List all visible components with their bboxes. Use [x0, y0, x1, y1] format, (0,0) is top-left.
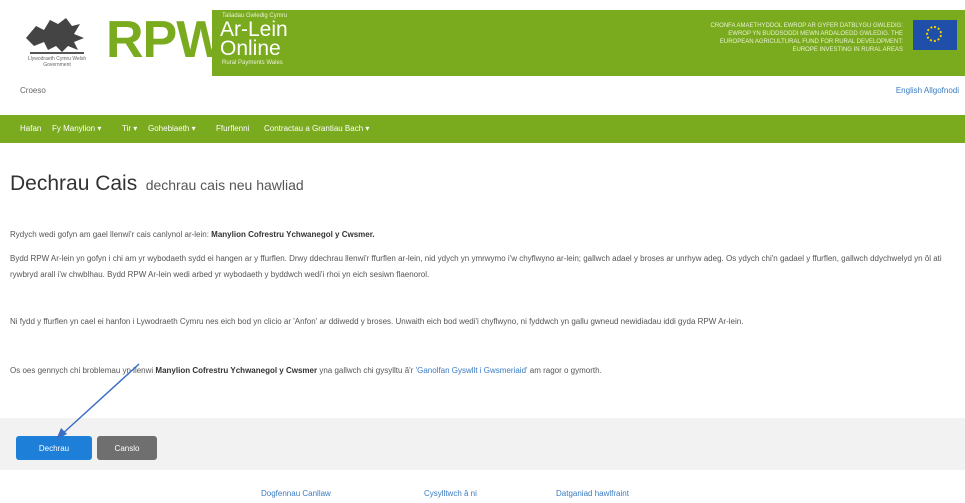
submission-paragraph: Ni fydd y ffurflen yn cael ei hanfon i L… — [10, 317, 744, 326]
service-title: Ar-Lein Online — [220, 19, 288, 60]
page-subtitle: dechrau cais neu hawliad — [145, 177, 304, 193]
site-header: Llywodraeth Cymru Welsh Government RPW T… — [0, 0, 965, 76]
nav-item-fy-manylion[interactable]: Fy Manylion ▾ — [52, 124, 101, 133]
tagline-bottom: Rural Payments Wales — [222, 60, 283, 66]
help-text-b: yna gallwch chi gysylltu â'r — [317, 366, 416, 375]
rpw-brand[interactable]: RPW — [106, 10, 225, 70]
cancel-button[interactable]: Canslo — [97, 436, 157, 460]
utility-bar: Croeso English Allgofnodi — [0, 82, 965, 102]
nav-item-ffurflenni[interactable]: Ffurflenni — [216, 124, 249, 133]
form-name: Manylion Cofrestru Ychwanegol y Cwsmer. — [211, 230, 375, 239]
welsh-government-logo[interactable]: Llywodraeth Cymru Welsh Government — [14, 8, 100, 68]
help-paragraph: Os oes gennych chi broblemau yn llenwi M… — [10, 363, 955, 379]
help-form-name: Manylion Cofrestru Ychwanegol y Cwsmer — [155, 366, 318, 375]
help-text-a: Os oes gennych chi broblemau yn llenwi — [10, 366, 156, 375]
eu-flag-icon — [913, 20, 957, 50]
nav-item-contractau[interactable]: Contractau a Grantiau Bach ▾ — [264, 124, 369, 133]
help-text-c: am ragor o gymorth. — [527, 366, 602, 375]
logo-caption: Llywodraeth Cymru Welsh Government — [27, 56, 87, 68]
nav-item-gohebiaeth[interactable]: Gohebiaeth ▾ — [148, 124, 196, 133]
logout-link[interactable]: Allgofnodi — [924, 86, 959, 95]
page-title-main: Dechrau Cais — [10, 172, 138, 195]
intro-paragraph: Rydych wedi gofyn am gael llenwi'r cais … — [10, 227, 955, 243]
contact-centre-link[interactable]: 'Ganolfan Gyswllt i Gwsmeriaid' — [416, 366, 528, 375]
intro-text: Rydych wedi gofyn am gael llenwi'r cais … — [10, 230, 212, 239]
page-title: Dechrau Cais dechrau cais neu hawliad — [10, 172, 304, 196]
footer-contact-link[interactable]: Cysylltwch â ni — [424, 489, 477, 498]
main-nav: Hafan Fy Manylion ▾ Tir ▾ Gohebiaeth ▾ F… — [0, 115, 965, 143]
info-paragraph: Bydd RPW Ar-lein yn gofyn i chi am yr wy… — [10, 254, 942, 279]
footer-copyright-link[interactable]: Datganiad hawlfraint — [556, 489, 629, 498]
footer-guidance-link[interactable]: Dogfennau Canllaw — [261, 489, 331, 498]
eu-funding-text: CRONFA AMAETHYDDOL EWROP AR GYFER DATBLY… — [710, 23, 903, 53]
welcome-text: Croeso — [20, 86, 46, 95]
nav-item-hafan[interactable]: Hafan — [20, 124, 41, 133]
service-banner: Taliadau Gwledig Cymru Ar-Lein Online Ru… — [212, 10, 965, 76]
nav-item-tir[interactable]: Tir ▾ — [122, 124, 137, 133]
english-language-link[interactable]: English — [896, 86, 922, 95]
service-title-line2: Online — [220, 37, 281, 60]
start-button[interactable]: Dechrau — [16, 436, 92, 460]
utility-links: English Allgofnodi — [896, 86, 959, 95]
